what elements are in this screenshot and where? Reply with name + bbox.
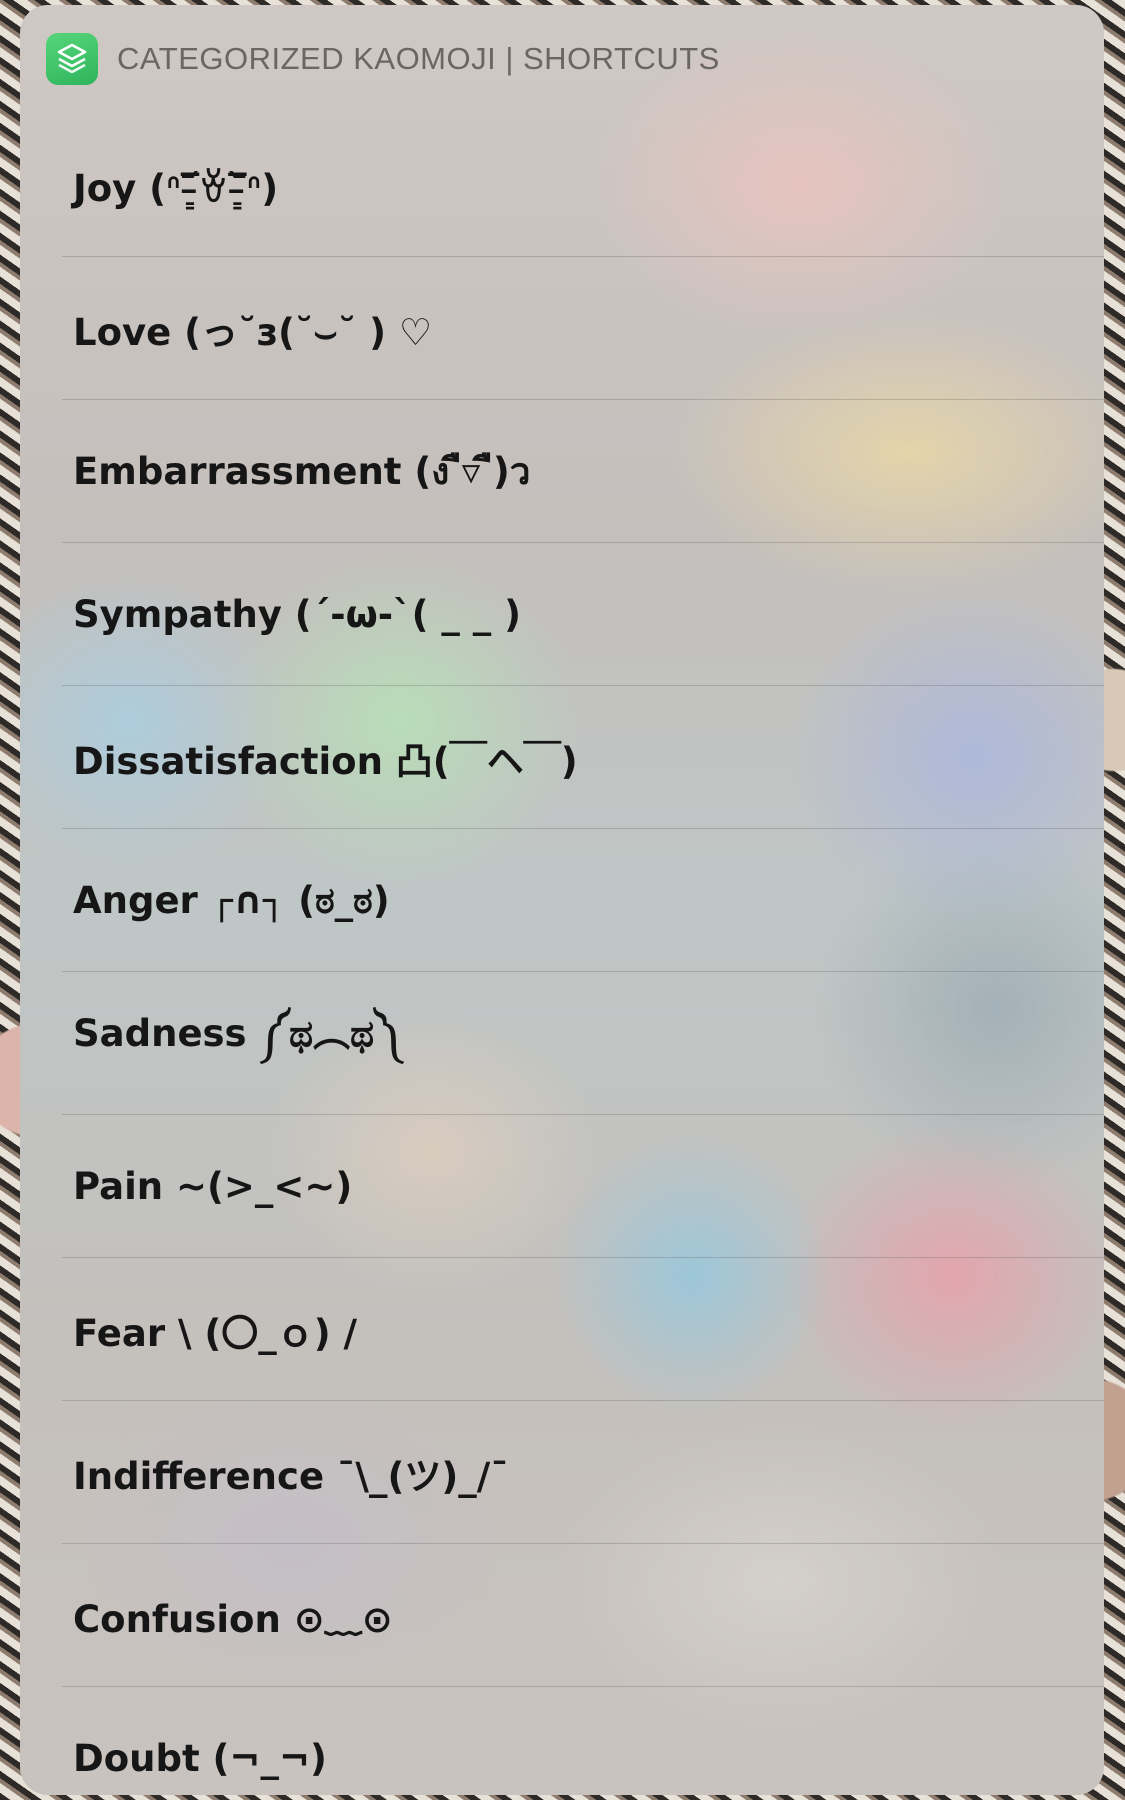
kaomoji-list: Joy (ᐢ‾̵͇᷄ꈊ‾̵͇᷅ᐢ) Love (っ˘з(˘⌣˘ ) ♡ Emba… (20, 115, 1104, 1795)
list-item-doubt[interactable]: Doubt (¬_¬) (20, 1687, 1104, 1795)
layers-icon (57, 43, 87, 74)
list-item-confusion[interactable]: Confusion ⊙﹏⊙ (20, 1544, 1104, 1687)
list-item-sympathy[interactable]: Sympathy (´-ω-`( _ _ ) (20, 543, 1104, 686)
menu-title: CATEGORIZED KAOMOJI | SHORTCUTS (117, 41, 720, 76)
list-item-embarrassment[interactable]: Embarrassment (ง ื▿ ื)ว (20, 400, 1104, 543)
menu-header: CATEGORIZED KAOMOJI | SHORTCUTS (46, 33, 720, 85)
list-item-pain[interactable]: Pain ~(>_<~) (20, 1115, 1104, 1258)
shortcuts-app-icon (46, 33, 98, 85)
list-item-indifference[interactable]: Indifference ¯\_(ツ)_/¯ (20, 1401, 1104, 1544)
list-item-fear[interactable]: Fear \ (〇_ｏ) / (20, 1258, 1104, 1401)
list-item-dissatisfaction[interactable]: Dissatisfaction 凸(￣ヘ￣) (20, 686, 1104, 829)
list-item-sadness[interactable]: Sadness ༼ಥ︵ಥ༽ (20, 972, 1104, 1115)
list-item-joy[interactable]: Joy (ᐢ‾̵͇᷄ꈊ‾̵͇᷅ᐢ) (20, 115, 1104, 257)
shortcut-menu-sheet: CATEGORIZED KAOMOJI | SHORTCUTS Joy (ᐢ‾̵… (20, 5, 1104, 1795)
list-item-love[interactable]: Love (っ˘з(˘⌣˘ ) ♡ (20, 257, 1104, 400)
list-item-anger[interactable]: Anger ┌∩┐ (ಠ_ಠ) (20, 829, 1104, 972)
